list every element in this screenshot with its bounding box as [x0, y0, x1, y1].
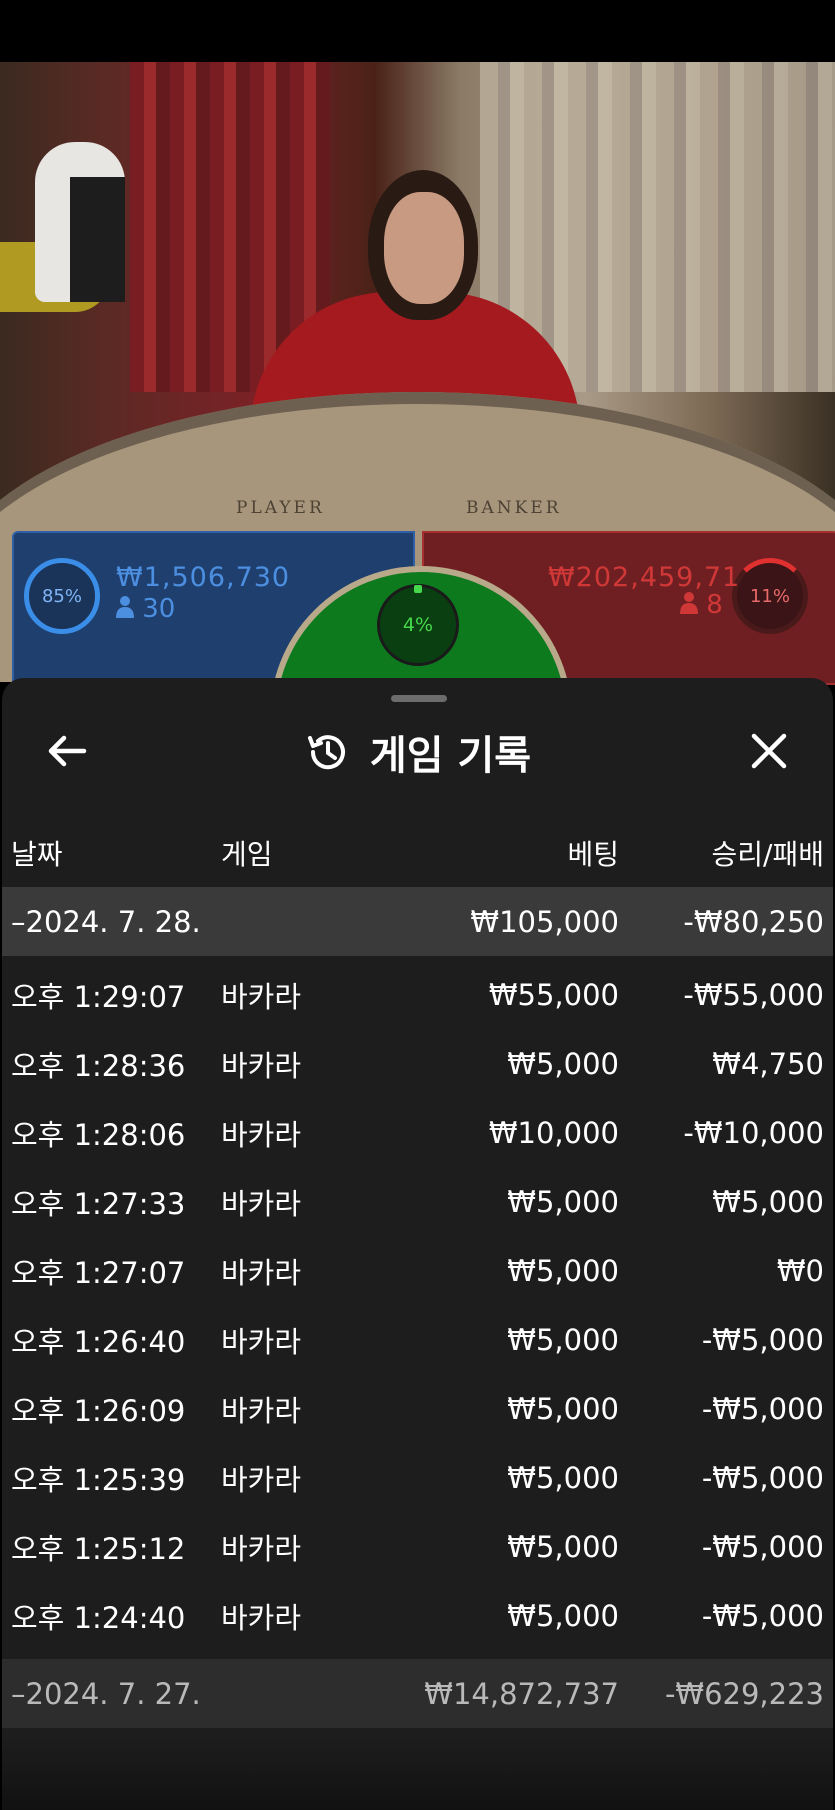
row-game: 바카라	[221, 1531, 302, 1566]
table-row[interactable]: 오후 1:27:07 바카라 ₩5,000 ₩0	[2, 1236, 833, 1305]
row-bet: ₩10,000	[488, 1115, 619, 1150]
row-game: 바카라	[221, 979, 302, 1014]
player-bet-amount: ₩1,506,730	[116, 562, 291, 593]
banker-percent-ring: 11%	[732, 558, 808, 634]
player-bettor-count: 30	[116, 594, 175, 624]
row-bet: ₩5,000	[507, 1184, 619, 1219]
page-title: 게임 기록	[369, 733, 532, 779]
column-header-bet: 베팅	[567, 838, 619, 871]
row-game: 바카라	[221, 1255, 302, 1290]
row-time: 오후 1:27:07	[11, 1255, 186, 1290]
banker-bettor-count: 8	[680, 590, 723, 620]
banker-bettor-count-value: 8	[706, 590, 723, 620]
row-bet: ₩5,000	[507, 1046, 619, 1081]
row-time: 오후 1:28:36	[11, 1048, 186, 1083]
row-bet: ₩5,000	[507, 1391, 619, 1426]
table-row[interactable]: 오후 1:24:40 바카라 ₩5,000 -₩5,000	[2, 1581, 833, 1650]
row-time: 오후 1:26:09	[11, 1393, 186, 1428]
date-group-row[interactable]: –2024. 7. 28. ₩105,000 -₩80,250	[2, 887, 833, 956]
game-history-sheet: 게임 기록 날짜 게임 베팅 승리/패배 –2024. 7. 28. ₩105,…	[2, 678, 833, 1810]
row-bet: ₩5,000	[507, 1529, 619, 1564]
table-row[interactable]: 오후 1:29:07 바카라 ₩55,000 -₩55,000	[2, 960, 833, 1029]
person-icon	[680, 592, 698, 614]
table-row[interactable]: 오후 1:26:09 바카라 ₩5,000 -₩5,000	[2, 1374, 833, 1443]
row-game: 바카라	[221, 1186, 302, 1221]
player-percent-ring: 85%	[24, 558, 100, 634]
row-time: 오후 1:25:39	[11, 1462, 186, 1497]
close-icon	[751, 733, 787, 769]
row-bet: ₩5,000	[507, 1253, 619, 1288]
banker-percent: 11%	[749, 585, 790, 607]
row-winloss: ₩5,000	[712, 1184, 824, 1219]
sheet-header: 게임 기록	[2, 724, 833, 780]
row-time: 오후 1:24:40	[11, 1600, 186, 1635]
row-bet: ₩55,000	[488, 977, 619, 1012]
row-winloss: -₩5,000	[701, 1391, 824, 1426]
group-bet-total: ₩14,872,737	[424, 1676, 619, 1711]
row-time: 오후 1:25:12	[11, 1531, 186, 1566]
row-bet: ₩5,000	[507, 1322, 619, 1357]
tie-percent: 4%	[402, 614, 434, 636]
tie-percent-ring: 4%	[377, 584, 459, 666]
date-group-row[interactable]: –2024. 7. 27. ₩14,872,737 -₩629,223	[2, 1659, 833, 1728]
player-bettor-count-value: 30	[142, 594, 176, 624]
row-game: 바카라	[221, 1462, 302, 1497]
row-bet: ₩5,000	[507, 1460, 619, 1495]
row-time: 오후 1:26:40	[11, 1324, 186, 1359]
row-game: 바카라	[221, 1324, 302, 1359]
table-banker-text: BANKER	[466, 498, 562, 518]
table-row[interactable]: 오후 1:28:36 바카라 ₩5,000 ₩4,750	[2, 1029, 833, 1098]
row-game: 바카라	[221, 1393, 302, 1428]
row-winloss: -₩5,000	[701, 1598, 824, 1633]
row-winloss: -₩10,000	[683, 1115, 824, 1150]
row-winloss: ₩4,750	[712, 1046, 824, 1081]
table-row[interactable]: 오후 1:25:12 바카라 ₩5,000 -₩5,000	[2, 1512, 833, 1581]
row-winloss: -₩5,000	[701, 1460, 824, 1495]
group-date: –2024. 7. 28.	[11, 904, 201, 939]
history-clock-icon	[307, 735, 345, 770]
column-header-winloss: 승리/패배	[711, 838, 824, 871]
person-icon	[116, 596, 134, 618]
table-row[interactable]: 오후 1:26:40 바카라 ₩5,000 -₩5,000	[2, 1305, 833, 1374]
group-bet-total: ₩105,000	[470, 904, 619, 939]
column-header-game: 게임	[221, 838, 273, 871]
row-game: 바카라	[221, 1117, 302, 1152]
close-button[interactable]	[746, 728, 792, 774]
row-time: 오후 1:28:06	[11, 1117, 186, 1152]
row-time: 오후 1:29:07	[11, 979, 186, 1014]
table-player-text: PLAYER	[236, 498, 325, 518]
row-game: 바카라	[221, 1600, 302, 1635]
table-row[interactable]: 오후 1:27:33 바카라 ₩5,000 ₩5,000	[2, 1167, 833, 1236]
group-winloss-total: -₩80,250	[683, 904, 824, 939]
row-winloss: ₩0	[776, 1253, 824, 1288]
group-winloss-total: -₩629,223	[664, 1676, 824, 1711]
sheet-drag-handle[interactable]	[391, 695, 447, 702]
column-header-date: 날짜	[11, 838, 63, 871]
group-date: –2024. 7. 27.	[11, 1676, 201, 1711]
table-row[interactable]: 오후 1:25:39 바카라 ₩5,000 -₩5,000	[2, 1443, 833, 1512]
dealer-face	[384, 192, 464, 304]
row-winloss: -₩5,000	[701, 1529, 824, 1564]
row-winloss: -₩5,000	[701, 1322, 824, 1357]
scroll-fade	[2, 1738, 833, 1810]
row-bet: ₩5,000	[507, 1598, 619, 1633]
background-dealer-vest	[70, 177, 125, 302]
player-percent: 85%	[41, 585, 82, 607]
row-winloss: -₩55,000	[683, 977, 824, 1012]
row-time: 오후 1:27:33	[11, 1186, 186, 1221]
row-game: 바카라	[221, 1048, 302, 1083]
table-row[interactable]: 오후 1:28:06 바카라 ₩10,000 -₩10,000	[2, 1098, 833, 1167]
banker-bet-amount: ₩202,459,71	[548, 562, 741, 593]
